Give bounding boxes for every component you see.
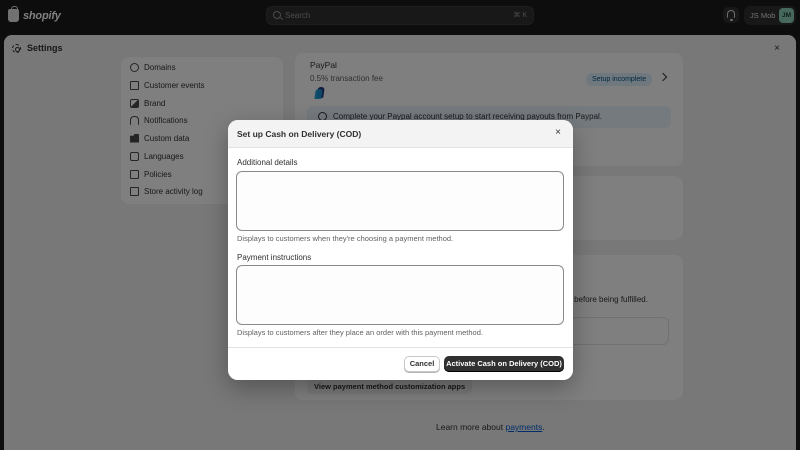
modal-title: Set up Cash on Delivery (COD) [237,129,362,139]
additional-details-label: Additional details [237,158,298,167]
payment-instructions-field[interactable] [236,265,564,325]
payment-instructions-help: Displays to customers after they place a… [237,328,483,337]
activate-cod-button[interactable]: Activate Cash on Delivery (COD) [444,356,564,372]
additional-details-help: Displays to customers when they're choos… [237,234,454,243]
modal-footer: Cancel Activate Cash on Delivery (COD) [228,347,573,380]
modal-header: Set up Cash on Delivery (COD) × [228,120,573,148]
additional-details-field[interactable] [236,171,564,231]
cancel-button[interactable]: Cancel [404,356,440,372]
close-modal-button[interactable]: × [552,127,564,139]
payment-instructions-label: Payment instructions [237,253,312,262]
cod-setup-modal: Set up Cash on Delivery (COD) × Addition… [228,120,573,380]
